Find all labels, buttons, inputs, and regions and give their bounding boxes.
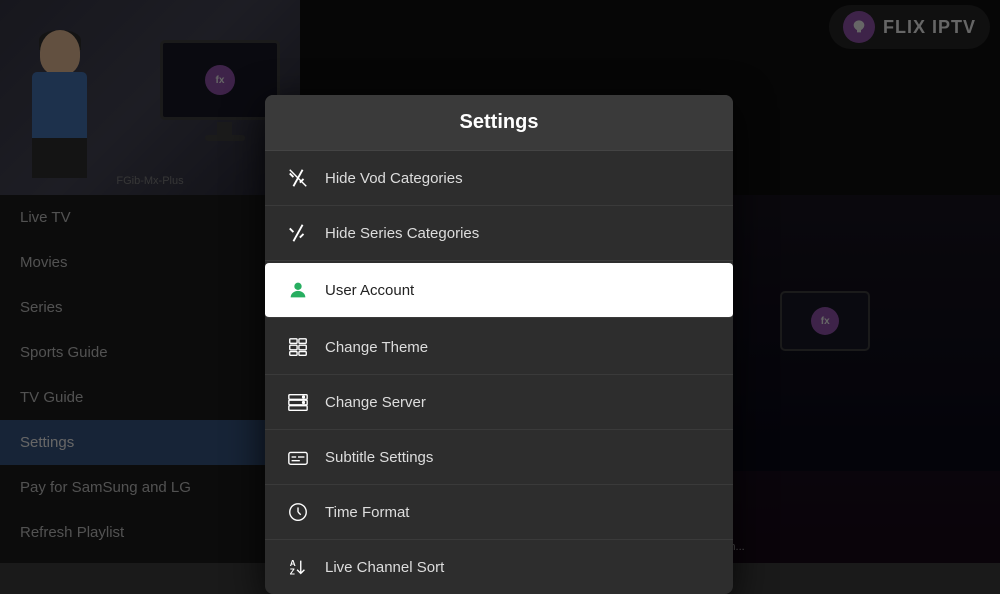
subtitle-settings-icon bbox=[285, 444, 311, 470]
change-server-icon bbox=[285, 389, 311, 415]
svg-text:Z: Z bbox=[290, 567, 295, 576]
menu-label-hide-series: Hide Series Categories bbox=[325, 225, 479, 242]
menu-item-change-theme[interactable]: Change Theme bbox=[265, 320, 733, 375]
hide-vod-icon bbox=[285, 165, 311, 191]
menu-label-time-format: Time Format bbox=[325, 504, 409, 521]
time-format-icon bbox=[285, 499, 311, 525]
menu-item-subtitle-settings[interactable]: Subtitle Settings bbox=[265, 430, 733, 485]
menu-item-change-server[interactable]: Change Server bbox=[265, 375, 733, 430]
menu-label-change-theme: Change Theme bbox=[325, 339, 428, 356]
menu-label-change-server: Change Server bbox=[325, 394, 426, 411]
menu-item-live-channel-sort[interactable]: A Z Live Channel Sort bbox=[265, 540, 733, 594]
menu-label-live-channel-sort: Live Channel Sort bbox=[325, 559, 444, 576]
user-account-icon bbox=[285, 277, 311, 303]
hide-series-icon bbox=[285, 220, 311, 246]
modal-header: Settings bbox=[265, 95, 733, 151]
modal-title: Settings bbox=[460, 111, 539, 133]
live-channel-sort-icon: A Z bbox=[285, 554, 311, 580]
menu-label-subtitle-settings: Subtitle Settings bbox=[325, 449, 433, 466]
menu-item-hide-vod[interactable]: Hide Vod Categories bbox=[265, 151, 733, 206]
menu-item-hide-series[interactable]: Hide Series Categories bbox=[265, 206, 733, 261]
change-theme-icon bbox=[285, 334, 311, 360]
modal-body: Hide Vod Categories Hide Series Categori… bbox=[265, 151, 733, 594]
menu-label-user-account: User Account bbox=[325, 282, 414, 299]
settings-modal: Settings Hide Vod Categories bbox=[265, 95, 733, 594]
menu-item-user-account[interactable]: User Account bbox=[265, 263, 733, 318]
menu-item-time-format[interactable]: Time Format bbox=[265, 485, 733, 540]
menu-label-hide-vod: Hide Vod Categories bbox=[325, 170, 463, 187]
